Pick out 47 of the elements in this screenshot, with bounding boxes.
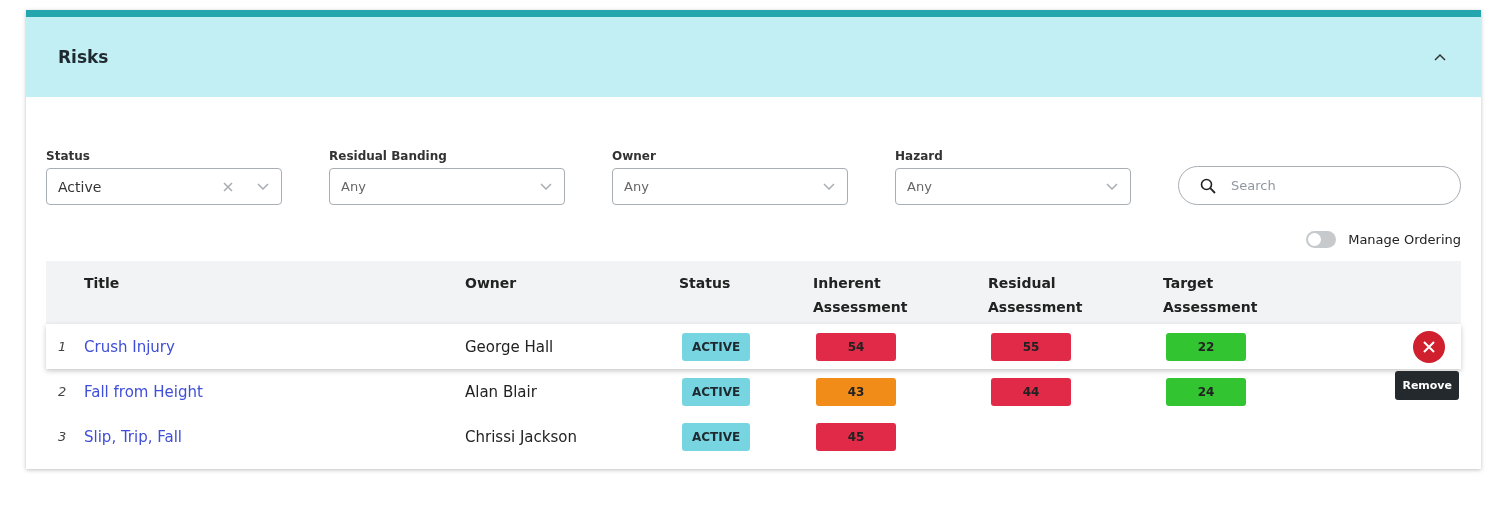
select-field[interactable]: Any bbox=[895, 168, 1131, 205]
score-badge: 22 bbox=[1166, 332, 1246, 361]
toggle-label: Manage Ordering bbox=[1348, 231, 1461, 247]
chevron-down-icon bbox=[540, 183, 552, 190]
risk-title-link[interactable]: Fall from Height bbox=[84, 382, 203, 401]
tooltip: Remove bbox=[1395, 370, 1459, 400]
chevron-down-icon bbox=[823, 183, 835, 190]
score-badge: 24 bbox=[1166, 377, 1246, 406]
risk-title-link[interactable]: Crush Injury bbox=[84, 337, 175, 356]
score-badge: 43 bbox=[816, 377, 896, 406]
column-header: Status bbox=[679, 274, 732, 293]
status-badge: ACTIVE bbox=[682, 422, 751, 451]
score-badge: 55 bbox=[991, 332, 1071, 361]
status-badge: ACTIVE bbox=[682, 332, 751, 361]
column-header: Owner bbox=[465, 274, 518, 293]
toggle-switch[interactable] bbox=[1306, 230, 1337, 248]
search-field[interactable]: Search bbox=[1178, 166, 1461, 205]
row-number: 3 bbox=[57, 429, 67, 444]
panel-header[interactable]: Risks bbox=[26, 17, 1481, 97]
chevron-down-icon bbox=[257, 183, 269, 190]
column-header: Target Assessment bbox=[1163, 274, 1259, 317]
owner-name: Alan Blair bbox=[465, 382, 537, 401]
close-icon bbox=[1423, 340, 1435, 353]
owner-name: Chrissi Jackson bbox=[465, 427, 577, 446]
risk-title-link[interactable]: Slip, Trip, Fall bbox=[84, 427, 183, 446]
search-icon bbox=[1200, 178, 1216, 194]
column-header: Inherent Assessment bbox=[813, 274, 909, 317]
filter-label: Owner bbox=[612, 149, 657, 163]
panel-title: Risks bbox=[58, 47, 109, 67]
owner-name: George Hall bbox=[465, 337, 554, 356]
score-badge: 45 bbox=[816, 422, 896, 451]
row-number: 1 bbox=[57, 339, 67, 354]
select-field[interactable]: Any bbox=[329, 168, 565, 205]
column-header: Title bbox=[84, 274, 121, 293]
column-header: Residual Assessment bbox=[988, 274, 1084, 317]
chevron-down-icon bbox=[1106, 183, 1118, 190]
filter-label: Residual Banding bbox=[329, 149, 448, 163]
select-field[interactable]: Active bbox=[46, 168, 282, 205]
filter-label: Status bbox=[46, 149, 91, 163]
status-badge: ACTIVE bbox=[682, 377, 751, 406]
row-number: 2 bbox=[57, 384, 67, 399]
remove-button[interactable] bbox=[1413, 330, 1445, 363]
filter-label: Hazard bbox=[895, 149, 944, 163]
select-field[interactable]: Any bbox=[612, 168, 848, 205]
clear-icon bbox=[223, 181, 233, 192]
score-badge: 44 bbox=[991, 377, 1071, 406]
score-badge: 54 bbox=[816, 332, 896, 361]
